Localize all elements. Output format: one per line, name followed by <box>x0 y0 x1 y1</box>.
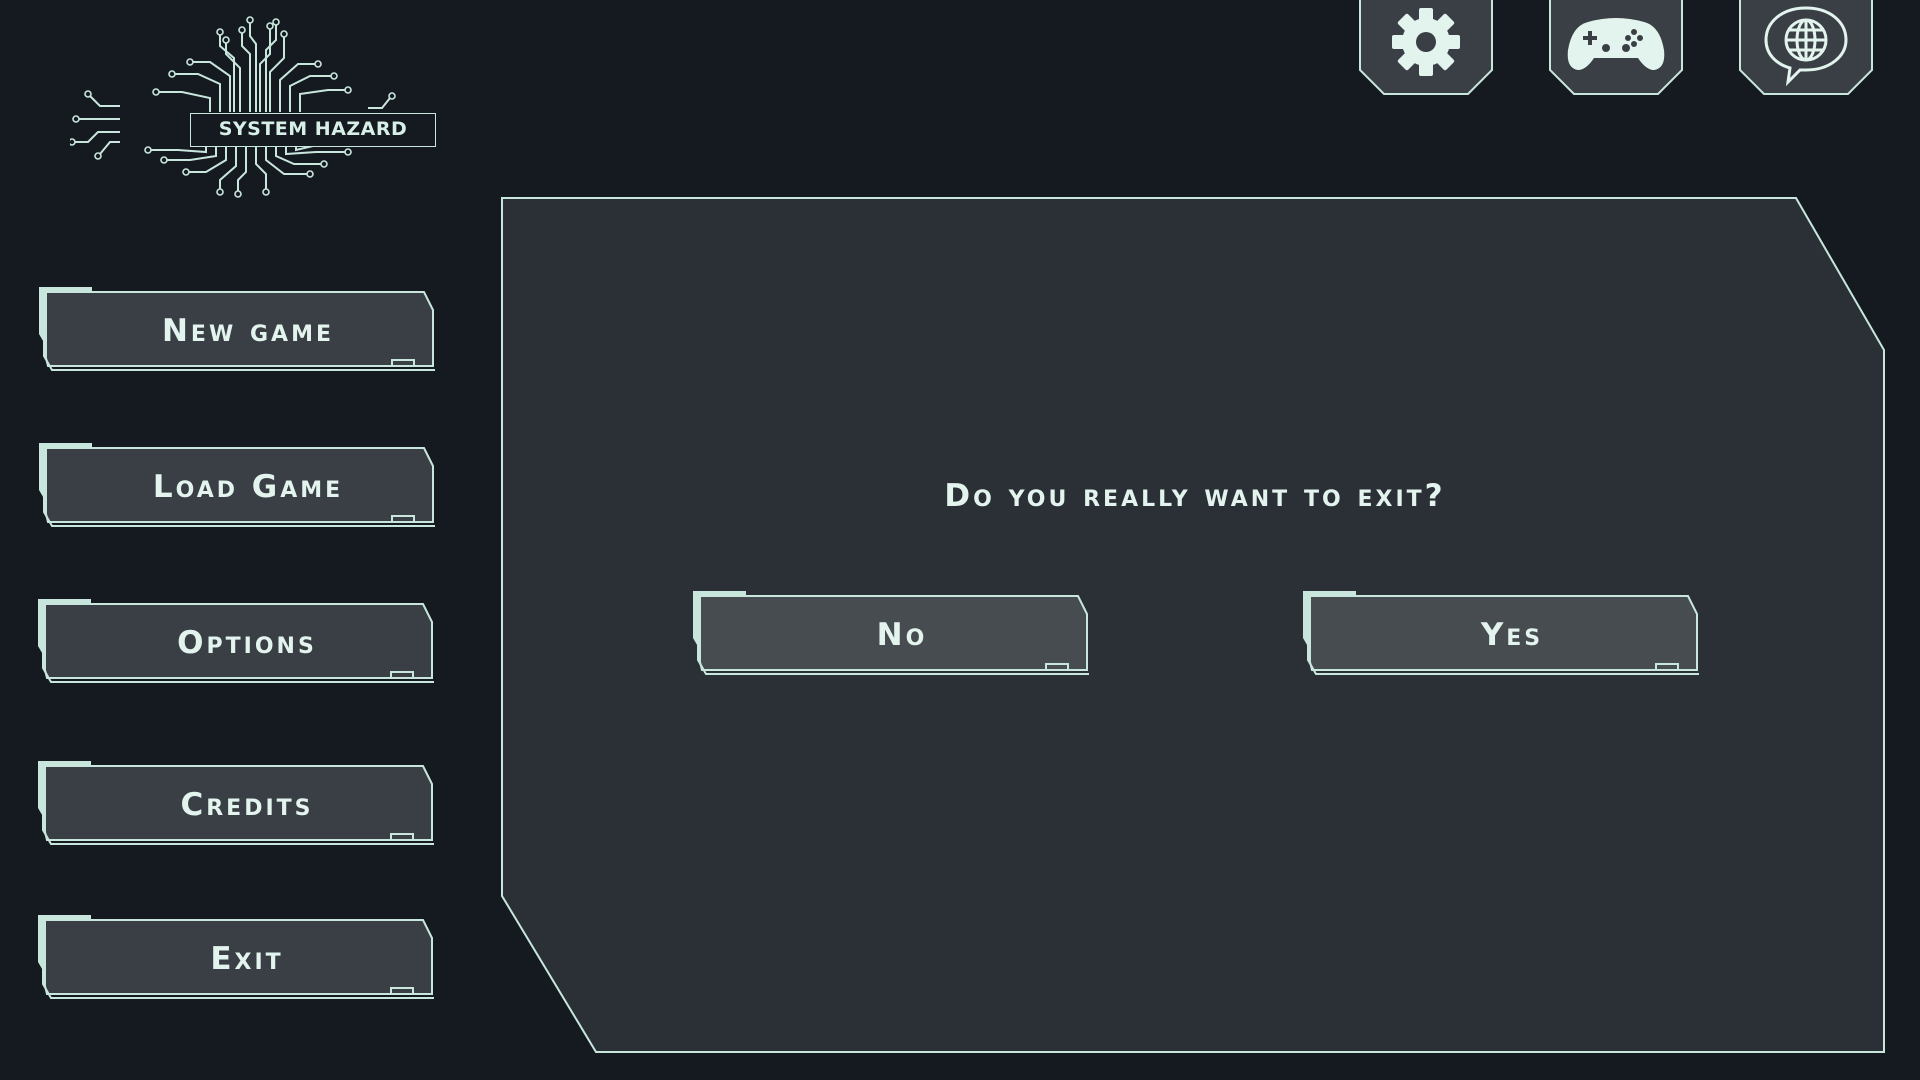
menu-item-label: Load Game <box>152 469 344 505</box>
no-button[interactable]: No <box>690 590 1094 680</box>
language-button[interactable] <box>1738 0 1874 96</box>
controller-button[interactable] <box>1548 0 1684 96</box>
globe-speech-icon <box>1764 6 1848 87</box>
logo-title: SYSTEM HAZARD <box>190 113 436 147</box>
menu-item-label: Options <box>177 625 317 661</box>
no-button-label: No <box>876 617 928 653</box>
menu-item-label: New game <box>161 313 335 349</box>
settings-button[interactable] <box>1358 0 1494 96</box>
credits-button[interactable]: Credits <box>35 760 439 850</box>
load-game-button[interactable]: Load Game <box>36 442 440 532</box>
menu-item-label: Exit <box>210 941 284 977</box>
new-game-button[interactable]: New game <box>36 286 440 376</box>
yes-button-label: Yes <box>1480 617 1544 653</box>
yes-button[interactable]: Yes <box>1300 590 1704 680</box>
exit-button[interactable]: Exit <box>35 914 439 1004</box>
options-button[interactable]: Options <box>35 598 439 688</box>
menu-item-label: Credits <box>180 787 314 823</box>
exit-confirm-dialog: Do you really want to exit? No Yes <box>500 196 1890 1056</box>
circuit-brain-icon <box>70 16 398 198</box>
game-logo: SYSTEM HAZARD <box>70 14 436 204</box>
dialog-question: Do you really want to exit? <box>944 478 1446 514</box>
gamepad-icon <box>1567 18 1665 70</box>
gear-icon <box>1392 8 1460 76</box>
